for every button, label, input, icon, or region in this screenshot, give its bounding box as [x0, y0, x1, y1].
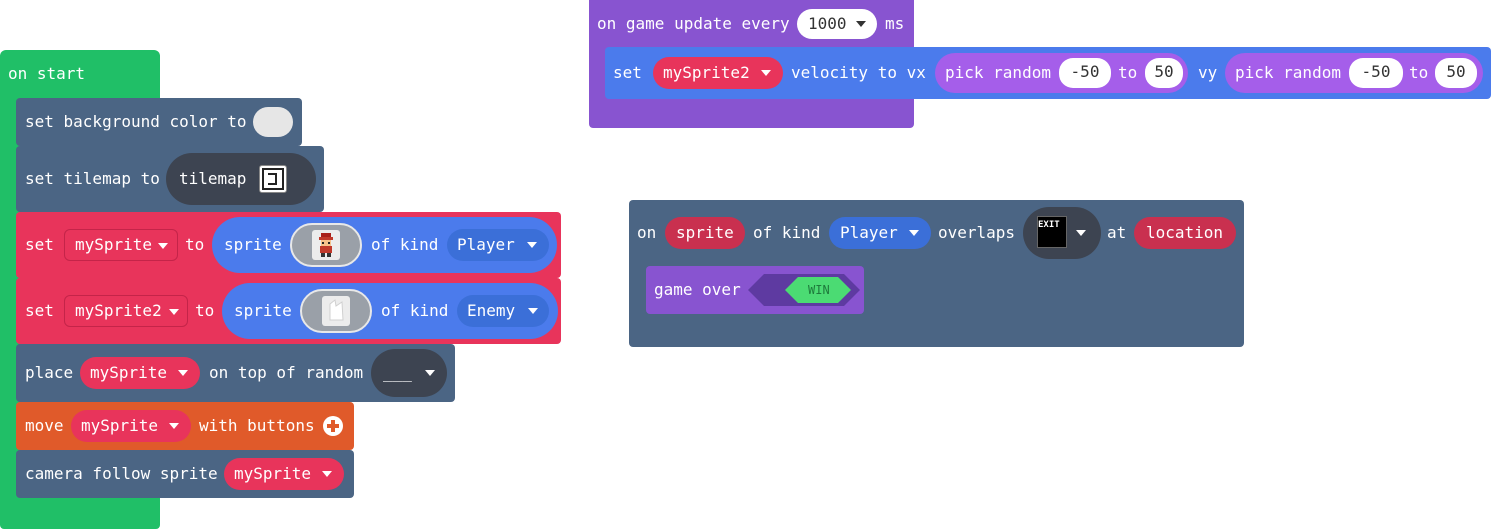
tile-picker-label: ___ — [383, 363, 412, 382]
set-background-color-block[interactable]: set background color to — [16, 98, 302, 146]
pick-random-label: pick random — [945, 63, 1051, 82]
place-on-random-tile-block[interactable]: place mySprite on top of random ___ — [16, 344, 455, 402]
random-max-input[interactable]: 50 — [1145, 58, 1183, 88]
ms-label: ms — [885, 14, 905, 33]
tilemap-thumbnail-icon[interactable] — [259, 165, 287, 193]
move-with-buttons-block[interactable]: move mySprite with buttons — [16, 402, 354, 450]
sprite2-variable-dropdown[interactable]: mySprite2 — [653, 57, 783, 89]
set-label: set — [25, 235, 54, 254]
sprite-variable-label: mySprite — [234, 464, 312, 483]
player-sprite-icon — [312, 230, 340, 260]
interval-value: 1000 — [808, 14, 847, 33]
of-kind-label: of kind — [753, 223, 821, 242]
sprite-variable-label: mySprite — [75, 235, 153, 254]
place-label: place — [25, 363, 74, 382]
sprite-label: sprite — [224, 235, 282, 254]
chevron-down-icon — [761, 70, 771, 76]
chevron-down-icon — [856, 21, 866, 27]
enemy-sprite-icon — [322, 296, 350, 326]
sprite-variable-dropdown[interactable]: mySprite — [64, 229, 178, 261]
game-over-block[interactable]: game over WIN — [646, 266, 864, 314]
sprite-variable-dropdown[interactable]: mySprite — [71, 410, 191, 442]
random-max-input[interactable]: 50 — [1435, 58, 1477, 88]
sprite-image-picker[interactable] — [300, 289, 372, 333]
to-label: to — [185, 235, 205, 254]
location-param-reporter[interactable]: location — [1134, 217, 1236, 249]
game-over-label: game over — [654, 280, 741, 299]
sprite2-variable-dropdown[interactable]: mySprite2 — [64, 295, 188, 327]
chevron-down-icon — [1076, 230, 1086, 236]
pick-random-vy-reporter[interactable]: pick random -50 to 50 — [1225, 53, 1483, 93]
set-sprite-player-block[interactable]: set mySprite to sprite of kind Player — [16, 212, 561, 278]
kind-enemy-label: Enemy — [467, 301, 516, 320]
set-velocity-block[interactable]: set mySprite2 velocity to vx pick random… — [605, 47, 1491, 99]
chevron-down-icon — [425, 370, 435, 376]
set-label: set — [613, 63, 642, 82]
tile-picker-dropdown[interactable]: EXIT — [1023, 207, 1101, 259]
of-kind-label: of kind — [381, 301, 449, 320]
chevron-down-icon — [158, 243, 168, 249]
random-min-input[interactable]: -50 — [1349, 58, 1403, 88]
chevron-down-icon — [528, 308, 538, 314]
sprite-param-label: sprite — [676, 223, 734, 242]
tilemap-label: tilemap — [179, 169, 247, 188]
tilemap-reporter[interactable]: tilemap — [166, 153, 316, 205]
sprite-label: sprite — [234, 301, 292, 320]
pick-random-label: pick random — [1235, 63, 1341, 82]
sprite-variable-dropdown[interactable]: mySprite — [224, 458, 344, 490]
interval-dropdown[interactable]: 1000 — [797, 9, 877, 39]
sprite2-variable-label: mySprite2 — [75, 301, 162, 320]
to-label: to — [1409, 63, 1429, 82]
win-label: WIN — [808, 283, 830, 297]
sprite-image-picker[interactable] — [290, 223, 362, 267]
kind-enemy-dropdown[interactable]: Enemy — [457, 295, 549, 327]
exit-tile-text: EXIT — [1038, 220, 1060, 230]
sprite-reporter[interactable]: sprite of kind Enemy — [222, 283, 558, 339]
kind-player-label: Player — [840, 223, 898, 242]
of-kind-label: of kind — [371, 235, 439, 254]
to-label: to — [195, 301, 215, 320]
sprite-param-reporter[interactable]: sprite — [665, 217, 745, 249]
pick-random-vx-reporter[interactable]: pick random -50 to 50 — [935, 53, 1188, 93]
to-label: to — [1118, 63, 1138, 82]
sprite-variable-label: mySprite — [81, 416, 159, 435]
sprite2-variable-label: mySprite2 — [663, 63, 750, 82]
chevron-down-icon — [322, 471, 332, 477]
chevron-down-icon — [909, 230, 919, 236]
set-sprite-enemy-block[interactable]: set mySprite2 to sprite of kind Enemy — [16, 278, 561, 344]
location-param-label: location — [1146, 223, 1224, 242]
color-swatch[interactable] — [253, 107, 293, 137]
with-buttons-label: with buttons — [199, 416, 315, 435]
expand-plus-icon[interactable] — [322, 415, 344, 437]
set-label: set — [25, 301, 54, 320]
on-game-update-every-label: on game update every — [597, 14, 790, 33]
set-tilemap-block[interactable]: set tilemap to tilemap — [16, 146, 324, 212]
set-background-color-label: set background color to — [25, 112, 247, 131]
vy-label: vy — [1198, 63, 1218, 82]
sprite-variable-dropdown[interactable]: mySprite — [80, 357, 200, 389]
move-label: move — [25, 416, 64, 435]
random-min-input[interactable]: -50 — [1059, 58, 1111, 88]
chevron-down-icon — [178, 370, 188, 376]
chevron-down-icon — [527, 242, 537, 248]
chevron-down-icon — [169, 309, 179, 315]
on-start-label: on start — [8, 64, 86, 83]
camera-follow-sprite-label: camera follow sprite — [25, 464, 218, 483]
kind-player-dropdown[interactable]: Player — [447, 229, 549, 261]
set-tilemap-label: set tilemap to — [25, 169, 160, 188]
on-top-of-random-label: on top of random — [209, 363, 364, 382]
velocity-to-vx-label: velocity to vx — [791, 63, 926, 82]
chevron-down-icon — [169, 423, 179, 429]
on-label: on — [637, 223, 657, 242]
exit-tile-icon: EXIT — [1037, 216, 1067, 248]
at-label: at — [1107, 223, 1127, 242]
overlaps-label: overlaps — [938, 223, 1016, 242]
kind-player-label: Player — [457, 235, 515, 254]
kind-player-dropdown[interactable]: Player — [829, 217, 931, 249]
sprite-variable-label: mySprite — [90, 363, 168, 382]
tile-picker-dropdown[interactable]: ___ — [371, 349, 447, 397]
camera-follow-sprite-block[interactable]: camera follow sprite mySprite — [16, 450, 354, 498]
sprite-reporter[interactable]: sprite of kind Player — [212, 217, 557, 273]
